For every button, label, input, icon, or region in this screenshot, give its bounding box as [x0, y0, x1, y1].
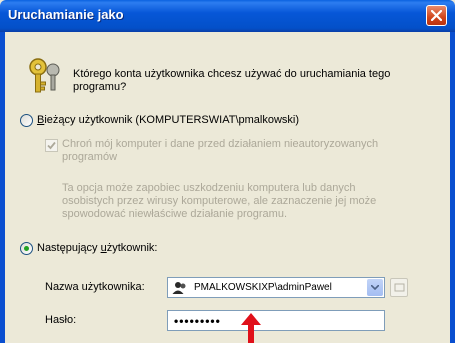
other-user-radio[interactable]: [20, 242, 33, 255]
keys-icon: [29, 58, 60, 93]
close-button[interactable]: [426, 5, 447, 26]
other-user-label-text: żytkownik:: [106, 242, 158, 254]
current-user-label[interactable]: Bieżący użytkownik (KOMPUTERSWIAT\pmalko…: [37, 114, 299, 126]
password-field[interactable]: •••••••••: [167, 310, 385, 331]
username-dropdown-button[interactable]: [367, 279, 383, 296]
protect-info-text: Ta opcja może zapobiec uszkodzeniu kompu…: [62, 182, 377, 220]
current-user-radio[interactable]: [20, 114, 33, 127]
username-label: Nazwa użytkownika:: [45, 281, 145, 293]
password-label: Hasło:: [45, 314, 77, 326]
arrow-up-icon: [241, 313, 261, 343]
browse-icon: [394, 283, 405, 292]
username-combobox[interactable]: PMALKOWSKIXP\adminPawel: [167, 277, 385, 298]
current-user-label-text: ieżący użytkownik (KOMPUTERSWIAT\pmalkow…: [44, 114, 300, 126]
dialog-body: Którego konta użytkownika chcesz używać …: [5, 32, 450, 343]
checkmark-icon: [47, 141, 56, 150]
chevron-down-icon: [371, 285, 379, 290]
title-bar[interactable]: Uruchamianie jako: [0, 0, 455, 32]
other-user-label-start: Następujący: [37, 242, 101, 254]
password-value: •••••••••: [174, 314, 221, 328]
window-title: Uruchamianie jako: [8, 7, 124, 22]
protect-checkbox[interactable]: [45, 139, 58, 152]
username-value: PMALKOWSKIXP\adminPawel: [194, 282, 332, 293]
browse-users-button[interactable]: [390, 278, 408, 297]
question-text: Którego konta użytkownika chcesz używać …: [73, 68, 391, 93]
protect-checkbox-label: Chroń mój komputer i dane przed działani…: [62, 138, 379, 163]
window-frame-right: [450, 32, 455, 343]
user-icon: [172, 282, 186, 294]
other-user-label[interactable]: Następujący użytkownik:: [37, 242, 157, 254]
close-icon: [431, 10, 442, 21]
